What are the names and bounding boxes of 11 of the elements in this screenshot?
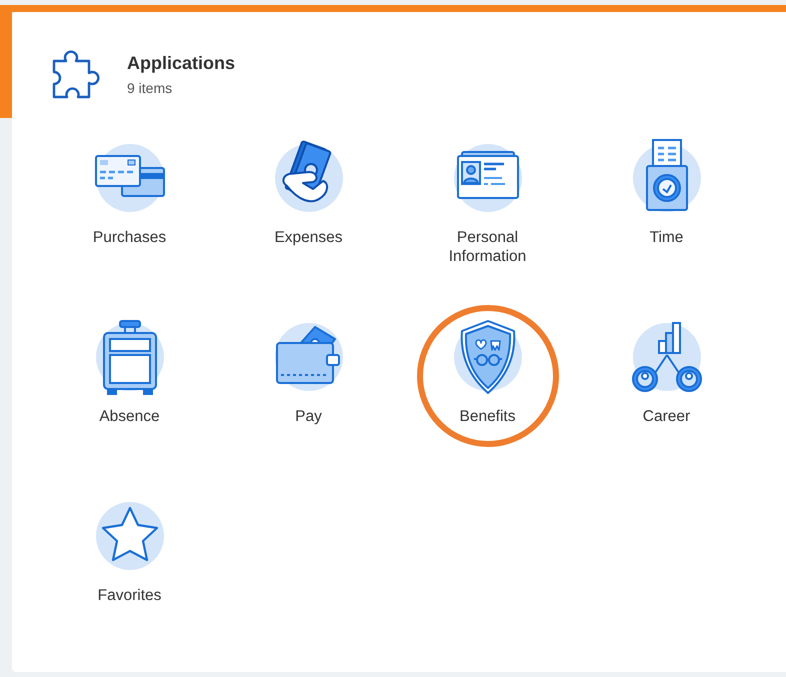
section-title: Applications [127,52,236,74]
item-count: 9 items [127,80,174,96]
app-tile[interactable]: Absence [90,317,170,426]
puzzle-icon [51,48,101,100]
app-tile[interactable]: Expenses [268,138,348,247]
app-tile[interactable]: Pay [268,317,348,426]
app-tile[interactable]: Purchases [90,138,170,247]
app-tile[interactable]: Favorites [90,496,170,605]
app-tile[interactable]: Time [626,138,706,247]
app-tile[interactable]: Career [626,317,706,426]
app-tile[interactable]: Personal Information [448,138,528,266]
